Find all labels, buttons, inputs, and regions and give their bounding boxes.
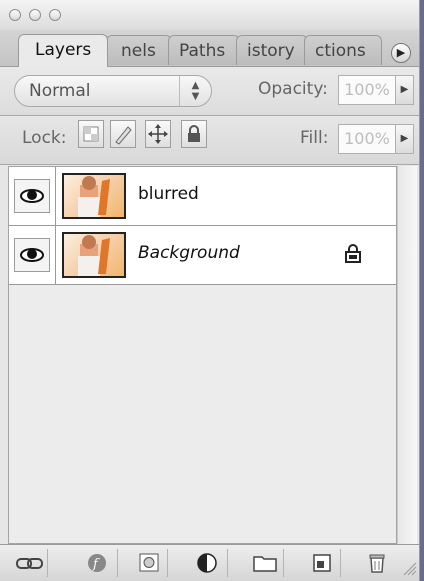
layer-row[interactable]: Background — [9, 226, 396, 285]
lock-all-icon[interactable] — [181, 120, 207, 148]
resize-grip-icon[interactable] — [402, 559, 418, 581]
link-layers-icon[interactable] — [10, 549, 48, 577]
layer-thumbnail — [62, 173, 126, 219]
tab-bar: Layers nels Paths istory ctions ▶ — [0, 30, 419, 67]
vertical-scrollbar[interactable] — [397, 166, 417, 544]
fill-label: Fill: — [300, 128, 329, 148]
tab-actions[interactable]: ctions — [304, 35, 382, 65]
opacity-slider-arrow-icon[interactable]: ▶ — [396, 75, 414, 105]
lock-image-pixels-icon[interactable] — [110, 120, 136, 148]
opacity-label: Opacity: — [258, 79, 328, 99]
layer-style-icon[interactable]: f — [80, 549, 118, 577]
adjustment-layer-icon[interactable] — [190, 549, 228, 577]
fill-input[interactable]: 100% — [338, 124, 396, 154]
new-group-icon[interactable] — [246, 549, 284, 577]
layers-list: blurred Background — [8, 166, 397, 544]
layer-mask-icon[interactable] — [130, 549, 168, 577]
tab-channels[interactable]: nels — [106, 35, 172, 65]
blend-row: Normal ▲ ▼ Opacity: 100% ▶ — [0, 67, 419, 116]
updown-arrows-icon: ▲ ▼ — [179, 76, 211, 106]
new-layer-icon[interactable] — [303, 549, 341, 577]
lock-label: Lock: — [22, 128, 67, 148]
layer-name[interactable]: blurred — [138, 184, 199, 204]
visibility-cell[interactable] — [9, 226, 56, 284]
eye-icon[interactable] — [14, 238, 50, 272]
blend-mode-select[interactable]: Normal ▲ ▼ — [14, 75, 212, 107]
minimize-button[interactable] — [29, 9, 41, 21]
eye-icon[interactable] — [14, 179, 50, 213]
lock-transparent-icon[interactable] — [78, 120, 104, 148]
title-bar[interactable] — [0, 0, 419, 30]
layer-name[interactable]: Background — [138, 243, 240, 263]
layer-thumbnail — [62, 232, 126, 278]
tab-history[interactable]: istory — [236, 35, 308, 65]
lock-position-icon[interactable] — [145, 120, 171, 148]
lock-icon — [343, 242, 363, 268]
blend-mode-value: Normal — [29, 81, 91, 101]
tab-paths[interactable]: Paths — [168, 35, 240, 65]
layer-row[interactable]: blurred — [9, 167, 396, 226]
layers-panel: Layers nels Paths istory ctions ▶ Normal… — [0, 0, 420, 581]
opacity-input[interactable]: 100% — [338, 75, 396, 105]
zoom-button[interactable] — [49, 9, 61, 21]
tab-layers[interactable]: Layers — [18, 34, 109, 67]
delete-layer-icon[interactable] — [358, 549, 396, 577]
fill-slider-arrow-icon[interactable]: ▶ — [396, 124, 414, 154]
panel-menu-icon[interactable]: ▶ — [391, 43, 411, 63]
visibility-cell[interactable] — [9, 167, 56, 225]
bottom-toolbar: f — [0, 544, 419, 581]
close-button[interactable] — [9, 9, 21, 21]
